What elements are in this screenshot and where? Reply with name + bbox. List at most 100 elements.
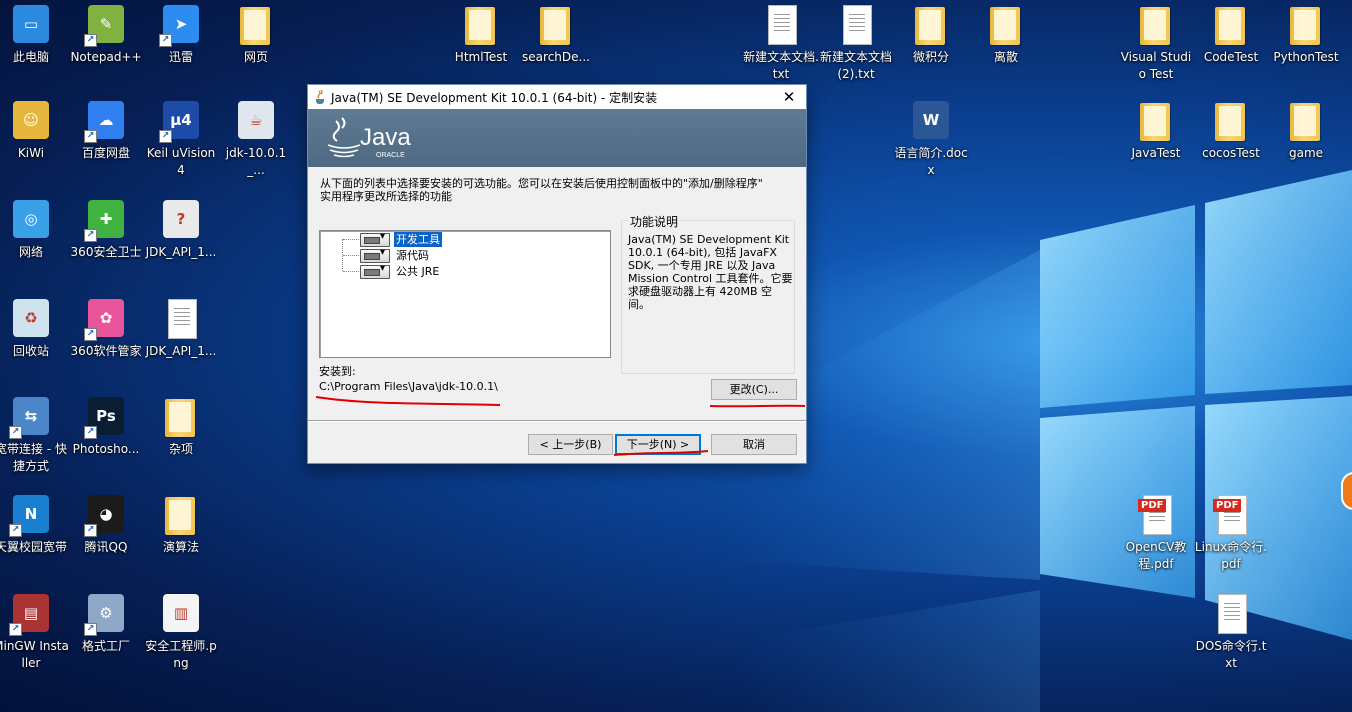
desktop-icon[interactable]: game bbox=[1268, 96, 1344, 162]
java-cup-icon bbox=[316, 89, 324, 104]
shortcut-arrow-icon: ↗ bbox=[9, 623, 22, 636]
desktop-icon[interactable]: 微积分 bbox=[893, 0, 969, 66]
shortcut-arrow-icon: ↗ bbox=[84, 130, 97, 143]
folder-icon bbox=[1284, 3, 1328, 47]
folder-icon bbox=[534, 3, 578, 47]
desktop-icon[interactable]: ⚙ ↗ 格式工厂 bbox=[68, 589, 144, 655]
folder-icon bbox=[1134, 99, 1178, 143]
desktop-icon[interactable]: ♻ 回收站 bbox=[0, 294, 69, 360]
thunder-icon: ➤ ↗ bbox=[159, 3, 203, 47]
cancel-button[interactable]: 取消 bbox=[711, 434, 797, 455]
feature-drive-dropdown-icon[interactable] bbox=[360, 231, 390, 247]
desktop-icon[interactable]: N ↗ 天翼校园宽带 bbox=[0, 490, 69, 556]
desktop-icon[interactable]: µ4 ↗ Keil uVision4 bbox=[143, 96, 219, 179]
intro-line-1: 从下面的列表中选择要安装的可选功能。您可以在安装后使用控制面板中的"添加/删除程… bbox=[320, 177, 763, 190]
desktop-icon[interactable]: ✿ ↗ 360软件管家 bbox=[68, 294, 144, 360]
feature-drive-dropdown-icon[interactable] bbox=[360, 263, 390, 279]
desktop-icon-label: 语言简介.docx bbox=[894, 146, 968, 177]
tree-connector bbox=[343, 239, 361, 240]
desktop-icon[interactable]: PDF OpenCV教程.pdf bbox=[1118, 490, 1194, 573]
desktop-icon-label: 微积分 bbox=[912, 50, 949, 64]
feature-description-text: Java(TM) SE Development Kit 10.0.1 (64-b… bbox=[628, 233, 793, 311]
feature-tree[interactable]: 开发工具 源代码 公共 JRE bbox=[319, 230, 611, 358]
annotation-underline-change bbox=[709, 404, 806, 408]
folder-icon bbox=[159, 493, 203, 537]
desktop-icon[interactable]: 演算法 bbox=[143, 490, 219, 556]
desktop-icon[interactable]: 网页 bbox=[218, 0, 294, 66]
shortcut-arrow-icon: ↗ bbox=[84, 229, 97, 242]
desktop-icon[interactable]: 新建文本文档.txt bbox=[743, 0, 819, 83]
desktop-icon[interactable]: ◕ ↗ 腾讯QQ bbox=[68, 490, 144, 556]
desktop-icon-label: KiWi bbox=[17, 146, 45, 160]
shortcut-arrow-icon: ↗ bbox=[84, 623, 97, 636]
shortcut-arrow-icon: ↗ bbox=[9, 426, 22, 439]
desktop-icon-label: cocosTest bbox=[1202, 146, 1260, 160]
feature-label[interactable]: 开发工具 bbox=[394, 232, 442, 247]
desktop-icon[interactable]: 新建文本文档 (2).txt bbox=[818, 0, 894, 83]
side-floating-button[interactable] bbox=[1341, 472, 1352, 510]
pdf-file-icon: PDF bbox=[1209, 493, 1253, 537]
desktop-icon[interactable]: JDK_API_1... bbox=[143, 294, 219, 360]
format-factory-icon: ⚙ ↗ bbox=[84, 592, 128, 636]
notepad-icon: ✎ ↗ bbox=[84, 3, 128, 47]
folder-icon bbox=[1134, 3, 1178, 47]
desktop-icon[interactable]: JavaTest bbox=[1118, 96, 1194, 162]
change-button[interactable]: 更改(C)... bbox=[711, 379, 797, 400]
feature-drive-dropdown-icon[interactable] bbox=[360, 247, 390, 263]
back-button[interactable]: < 上一步(B) bbox=[528, 434, 613, 455]
desktop-icon-label: CodeTest bbox=[1203, 50, 1259, 64]
text-file-icon bbox=[834, 3, 878, 47]
shortcut-arrow-icon: ↗ bbox=[84, 426, 97, 439]
desktop-icon[interactable]: DOS命令行.txt bbox=[1193, 589, 1269, 672]
close-button[interactable]: ✕ bbox=[772, 85, 806, 109]
desktop-icon[interactable]: ▭ 此电脑 bbox=[0, 0, 69, 66]
feature-label[interactable]: 源代码 bbox=[394, 248, 431, 263]
blank-file-icon bbox=[159, 297, 203, 341]
security-360-icon: ✚ ↗ bbox=[84, 198, 128, 242]
desktop-icon-label: game bbox=[1288, 146, 1324, 160]
desktop-icon[interactable]: CodeTest bbox=[1193, 0, 1269, 66]
tree-connector-lines bbox=[342, 239, 361, 272]
desktop-icon[interactable]: W 语言简介.docx bbox=[893, 96, 969, 179]
desktop-icon[interactable]: searchDe... bbox=[518, 0, 594, 66]
pdf-folder-icon bbox=[1284, 99, 1328, 143]
desktop-icon[interactable]: ⇆ ↗ 宽带连接 - 快捷方式 bbox=[0, 392, 69, 475]
java-banner: Java ORACLE bbox=[308, 109, 806, 167]
desktop-icon-label: PythonTest bbox=[1273, 50, 1339, 64]
desktop-icon[interactable]: ✎ ↗ Notepad++ bbox=[68, 0, 144, 66]
desktop-icon-label: OpenCV教程.pdf bbox=[1125, 540, 1187, 571]
desktop-icon[interactable]: 离散 bbox=[968, 0, 1044, 66]
feature-description-title: 功能说明 bbox=[628, 213, 681, 230]
desktop-icon[interactable]: HtmlTest bbox=[443, 0, 519, 66]
tree-connector bbox=[343, 271, 361, 272]
desktop-icon[interactable]: ☺ KiWi bbox=[0, 96, 69, 162]
jdk-custom-setup-dialog: Java(TM) SE Development Kit 10.0.1 (64-b… bbox=[307, 84, 807, 464]
desktop-icon[interactable]: ▥ 安全工程师.png bbox=[143, 589, 219, 672]
desktop-icon[interactable]: ☁ ↗ 百度网盘 bbox=[68, 96, 144, 162]
desktop-icon[interactable]: ➤ ↗ 迅雷 bbox=[143, 0, 219, 66]
desktop-icon-label: Photosho... bbox=[72, 442, 140, 456]
desktop-icon-label: 新建文本文档 (2).txt bbox=[819, 50, 892, 81]
text-file-icon bbox=[1209, 592, 1253, 636]
desktop-icon[interactable]: 杂项 bbox=[143, 392, 219, 458]
desktop-icon-label: 360安全卫士 bbox=[70, 245, 142, 259]
desktop-icon[interactable]: PythonTest bbox=[1268, 0, 1344, 66]
desktop-icon[interactable]: ◎ 网络 bbox=[0, 195, 69, 261]
help-file-icon: ? bbox=[159, 198, 203, 242]
desktop-icon[interactable]: Visual Studio Test bbox=[1118, 0, 1194, 83]
desktop-icon[interactable]: ✚ ↗ 360安全卫士 bbox=[68, 195, 144, 261]
shortcut-arrow-icon: ↗ bbox=[84, 524, 97, 537]
desktop-icon[interactable]: ? JDK_API_1... bbox=[143, 195, 219, 261]
feature-label[interactable]: 公共 JRE bbox=[394, 264, 441, 279]
next-button[interactable]: 下一步(N) > bbox=[615, 434, 701, 455]
desktop-icon-label: searchDe... bbox=[522, 50, 590, 64]
keil-icon: µ4 ↗ bbox=[159, 99, 203, 143]
desktop-icon-label: 360软件管家 bbox=[70, 344, 142, 358]
dialog-titlebar[interactable]: Java(TM) SE Development Kit 10.0.1 (64-b… bbox=[308, 85, 806, 109]
desktop-icon[interactable]: PDF Linux命令行.pdf bbox=[1193, 490, 1269, 573]
desktop-icon[interactable]: ☕ jdk-10.0.1_... bbox=[218, 96, 294, 179]
desktop-icon[interactable]: ▤ ↗ MinGW Installer bbox=[0, 589, 69, 672]
desktop-icon[interactable]: Ps ↗ Photosho... bbox=[68, 392, 144, 458]
desktop-icon[interactable]: cocosTest bbox=[1193, 96, 1269, 162]
desktop-icon-label: Visual Studio Test bbox=[1120, 50, 1192, 81]
